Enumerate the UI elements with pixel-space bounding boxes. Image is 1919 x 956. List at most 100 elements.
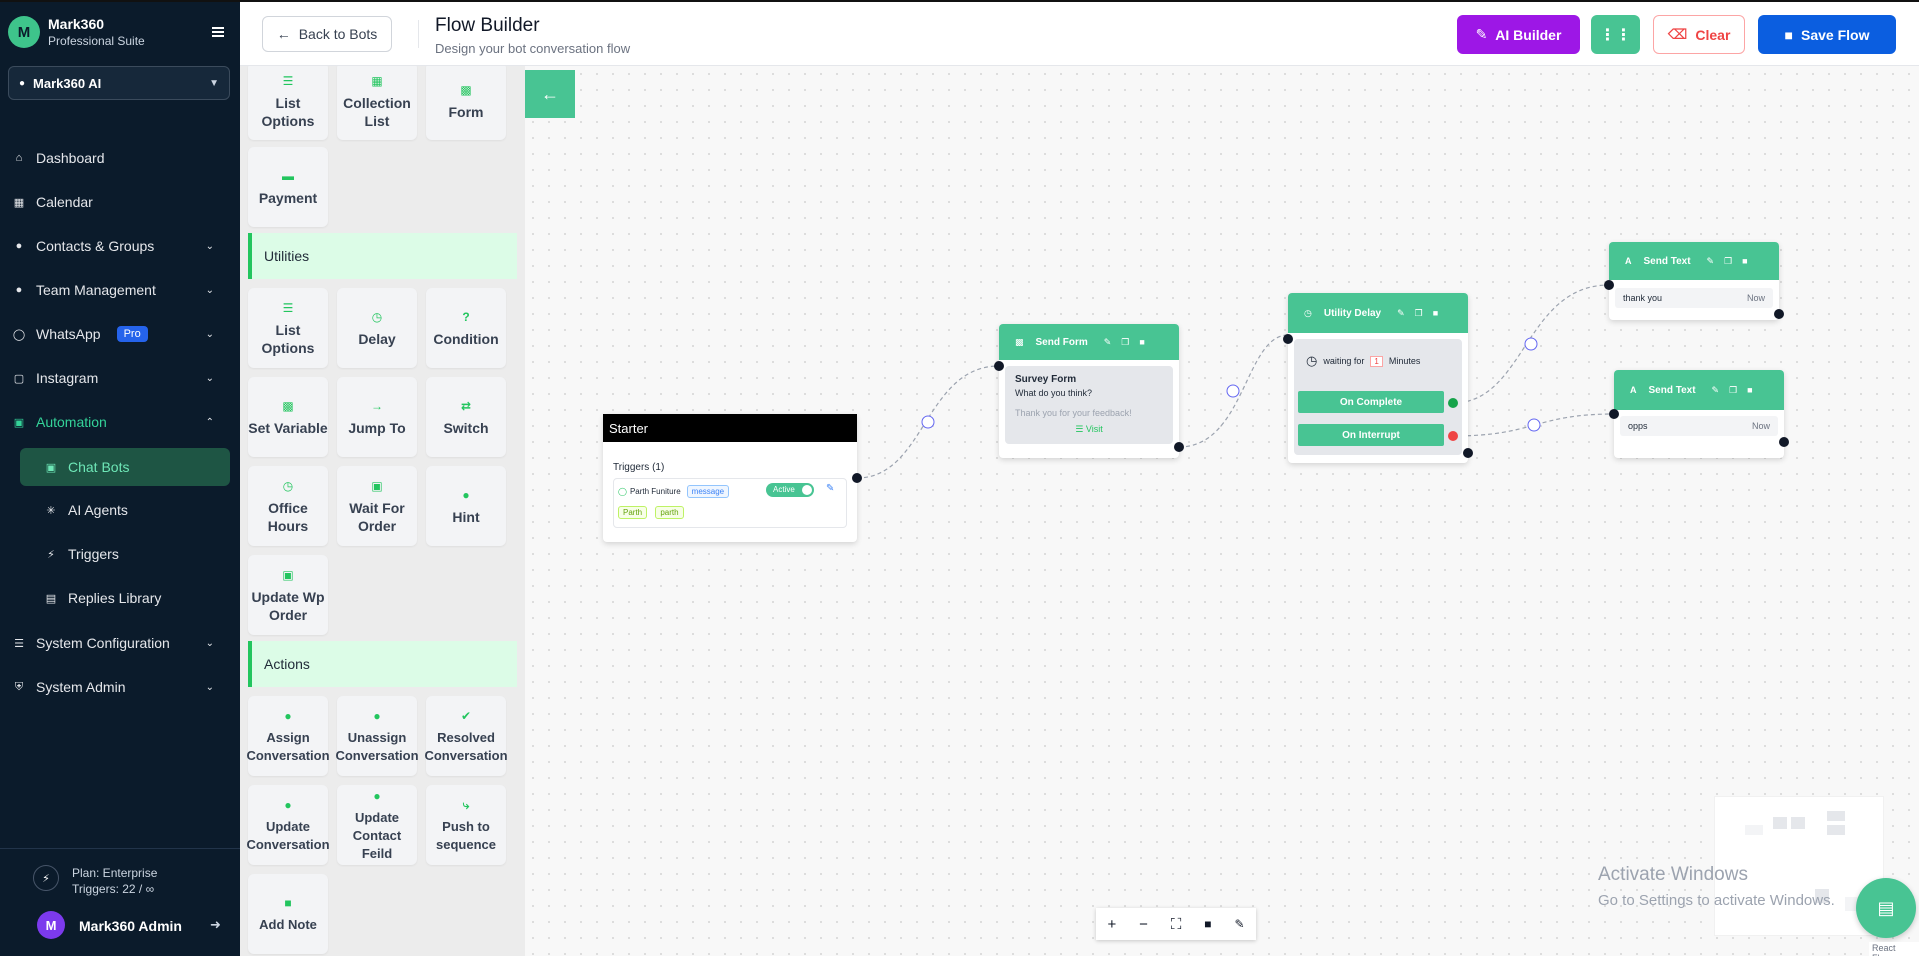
interrupt-output-handle[interactable] [1448, 431, 1458, 441]
chat-support-button[interactable]: ▤ [1856, 878, 1916, 938]
palette-list-options-2[interactable]: ☰ List Options [248, 288, 328, 368]
palette-wait-for-order[interactable]: ▣ Wait For Order [337, 466, 417, 546]
canvas-controls: + − ⛶ ■ ✎ [1096, 908, 1256, 940]
palette-condition[interactable]: ? Condition [426, 288, 506, 368]
on-complete-button[interactable]: On Complete [1298, 391, 1444, 413]
brand[interactable]: M Mark360 Professional Suite [8, 16, 145, 48]
trash-icon[interactable]: ■ [1747, 385, 1752, 395]
clear-button[interactable]: ⌫ Clear [1653, 15, 1745, 54]
zoom-out-icon[interactable]: − [1139, 916, 1148, 933]
form-thanks: Thank you for your feedback! [1015, 408, 1132, 418]
palette-update-contact-field[interactable]: ● Update Contact Feild [337, 785, 417, 865]
edge-delete-icon[interactable] [1226, 384, 1240, 398]
back-button[interactable]: ← Back to Bots [262, 16, 392, 52]
text-output-handle[interactable] [1774, 309, 1784, 319]
palette-office-hours[interactable]: ◷ Office Hours [248, 466, 328, 546]
starter-node[interactable]: Starter Triggers (1) ◯ Parth Funiture me… [603, 414, 862, 542]
tile-label: List Options [261, 95, 315, 129]
page-title: Flow Builder [435, 15, 540, 36]
send-form-node[interactable]: ▩ Send Form ✎ ❐ ■ Survey Form What do yo… [994, 324, 1184, 458]
send-text-node-1[interactable]: A Send Text ✎ ❐ ■ thank you Now [1604, 242, 1784, 320]
edge-delete-icon[interactable] [1524, 337, 1538, 351]
sidebar-item-system-config[interactable]: ☰ System Configuration ⌄ [0, 625, 240, 661]
workspace-select[interactable]: ● Mark360 AI ▼ [8, 66, 230, 100]
palette-delay[interactable]: ◷ Delay [337, 288, 417, 368]
trigger-active-toggle[interactable]: Active [766, 483, 814, 497]
palette-assign-conversation[interactable]: ● Assign Conversation [246, 696, 330, 776]
text-input-handle[interactable] [1604, 280, 1614, 290]
text-input-handle[interactable] [1609, 409, 1619, 419]
complete-output-handle[interactable] [1448, 398, 1458, 408]
trash-icon[interactable]: ■ [1742, 256, 1747, 266]
react-flow-attribution[interactable]: React Flow [1869, 942, 1919, 956]
sidebar-item-chatbots[interactable]: ▣ Chat Bots [20, 448, 230, 486]
on-interrupt-button[interactable]: On Interrupt [1298, 424, 1444, 446]
delay-amount[interactable]: 1 [1370, 355, 1383, 367]
ai-builder-button[interactable]: ✎ AI Builder [1457, 15, 1580, 54]
palette-switch[interactable]: ⇄ Switch [426, 377, 506, 457]
edit-icon[interactable]: ✎ [1707, 256, 1715, 267]
sidebar-item-dashboard[interactable]: ⌂ Dashboard [0, 140, 240, 176]
lock-icon[interactable]: ■ [1204, 917, 1211, 931]
save-flow-button[interactable]: ■ Save Flow [1758, 15, 1896, 54]
grid-button[interactable]: ⋮⋮ [1591, 15, 1640, 54]
palette-resolved-conversation[interactable]: ✔ Resolved Conversation [424, 696, 508, 776]
delay-output-handle[interactable] [1463, 448, 1473, 458]
palette-update-wp-order[interactable]: ▣ Update Wp Order [248, 555, 328, 635]
palette-form[interactable]: ▩ Form [426, 66, 506, 140]
sidebar-item-ai-agents[interactable]: ✳ AI Agents [0, 492, 240, 528]
trash-icon[interactable]: ■ [1433, 308, 1438, 318]
sidebar-item-triggers[interactable]: ⚡ Triggers [0, 536, 240, 572]
delay-input-handle[interactable] [1283, 334, 1293, 344]
form-input-handle[interactable] [994, 361, 1004, 371]
tile-label: Assign Conversation [246, 730, 330, 763]
palette-payment[interactable]: ▬ Payment [248, 147, 328, 227]
sidebar-item-team[interactable]: ● Team Management ⌄ [0, 272, 240, 308]
palette-add-note[interactable]: ■ Add Note [248, 874, 328, 954]
palette-set-variable[interactable]: ▩ Set Variable [248, 377, 328, 457]
utility-delay-node[interactable]: ◷ Utility Delay ✎ ❐ ■ ◷ waiting for 1 Mi… [1283, 293, 1473, 463]
edit-icon[interactable]: ✎ [826, 483, 834, 494]
chevron-down-icon: ▼ [209, 77, 219, 89]
palette-collection-list[interactable]: ▦ Collection List [337, 66, 417, 140]
edit-icon[interactable]: ✎ [1104, 337, 1112, 348]
sidebar-item-system-admin[interactable]: ⛨ System Admin ⌄ [0, 669, 240, 705]
palette-push-to-sequence[interactable]: ⤷ Push to sequence [426, 785, 506, 865]
copy-icon[interactable]: ❐ [1121, 337, 1129, 348]
text-output-handle[interactable] [1779, 437, 1789, 447]
edit-icon[interactable]: ✎ [1397, 308, 1405, 319]
sidebar-item-whatsapp[interactable]: ◯ WhatsApp Pro ⌄ [0, 316, 240, 352]
palette-hint[interactable]: ● Hint [426, 466, 506, 546]
message-time: Now [1746, 293, 1765, 303]
sidebar-item-instagram[interactable]: ▢ Instagram ⌄ [0, 360, 240, 396]
sidebar-item-automation[interactable]: ▣ Automation ⌃ [0, 404, 240, 440]
send-text-node-2[interactable]: A Send Text ✎ ❐ ■ opps Now [1609, 370, 1789, 458]
trigger-card[interactable]: ◯ Parth Funiture message Active ✎ Parth … [613, 478, 847, 528]
edge-delete-icon[interactable] [1527, 418, 1541, 432]
palette-unassign-conversation[interactable]: ● Unassign Conversation [335, 696, 419, 776]
copy-icon[interactable]: ❐ [1729, 385, 1737, 396]
sidebar-item-label: Automation [36, 414, 107, 430]
trash-icon[interactable]: ■ [1139, 337, 1144, 347]
sidebar-item-calendar[interactable]: ▦ Calendar [0, 184, 240, 220]
palette-jump-to[interactable]: → Jump To [337, 377, 417, 457]
copy-icon[interactable]: ❐ [1415, 308, 1423, 319]
form-visit-button[interactable]: ☰ Visit [1015, 424, 1163, 435]
font-icon: A [1625, 256, 1632, 266]
sidebar-item-replies[interactable]: ▤ Replies Library [0, 580, 240, 616]
fit-view-icon[interactable]: ⛶ [1171, 916, 1182, 933]
palette-update-conversation[interactable]: ● Update Conversation [246, 785, 330, 865]
sidebar-item-contacts[interactable]: ● Contacts & Groups ⌄ [0, 228, 240, 264]
edge-delete-icon[interactable] [921, 415, 935, 429]
zoom-in-icon[interactable]: + [1107, 916, 1116, 933]
form-output-handle[interactable] [1174, 442, 1184, 452]
logout-icon[interactable]: ➜ [210, 917, 221, 933]
flow-canvas[interactable]: ← Starter Triggers (1) ◯ Parth Funiture … [525, 66, 1919, 956]
palette-list-options[interactable]: ☰ List Options [248, 66, 328, 140]
edit-icon[interactable]: ✎ [1712, 385, 1720, 396]
starter-output-handle[interactable] [852, 473, 862, 483]
copy-icon[interactable]: ❐ [1724, 256, 1732, 267]
avatar[interactable]: M [37, 911, 65, 939]
magic-wand-icon[interactable]: ✎ [1234, 917, 1244, 931]
hamburger-menu-icon[interactable] [212, 27, 224, 37]
